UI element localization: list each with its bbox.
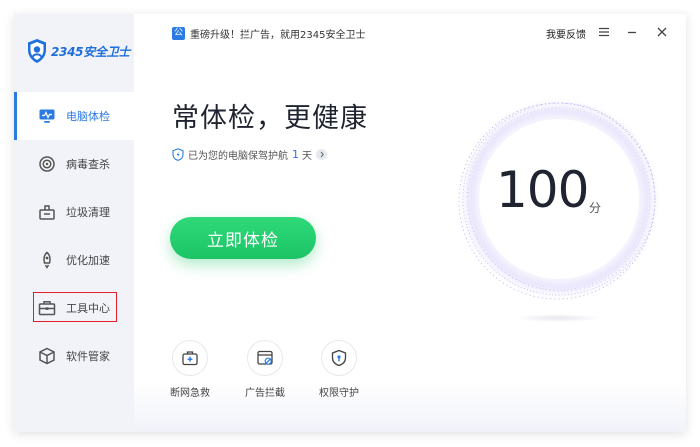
sidebar-item-junk-clean[interactable]: 垃圾清理 (14, 188, 134, 236)
sidebar-item-label: 软件管家 (66, 350, 110, 363)
tool-permission-guard[interactable]: 权限守护 (309, 340, 369, 410)
app-window: 2345安全卫士 电脑体检 病毒查杀 垃圾清理 优化加速 工具中心 软件管家 公… (14, 14, 686, 432)
monitor-icon (39, 109, 55, 123)
start-checkup-button[interactable]: 立即体检 (170, 217, 316, 259)
sidebar-item-virus-scan[interactable]: 病毒查杀 (14, 140, 134, 188)
sidebar-item-label: 垃圾清理 (66, 206, 110, 219)
tool-label: 广告拦截 (245, 388, 285, 399)
ad-block-icon (257, 350, 273, 365)
close-icon[interactable] (654, 24, 670, 40)
sidebar: 2345安全卫士 电脑体检 病毒查杀 垃圾清理 优化加速 工具中心 软件管家 (14, 14, 134, 432)
protection-days: 1 (292, 147, 299, 161)
minimize-icon[interactable] (624, 24, 640, 40)
tool-icon-circle (172, 340, 208, 376)
feedback-link[interactable]: 我要反馈 (546, 26, 586, 41)
notice-text: 重磅升级！拦广告，就用2345安全卫士 (190, 29, 366, 41)
tool-icon-circle (247, 340, 283, 376)
tool-label: 断网急救 (170, 388, 210, 399)
sidebar-item-label: 电脑体检 (66, 110, 110, 123)
tool-icon-circle (321, 340, 357, 376)
sidebar-item-tool-center[interactable]: 工具中心 (14, 284, 134, 332)
protection-days-unit: 天 (302, 150, 312, 162)
ring-shadow (514, 314, 602, 322)
protection-text: 已为您的电脑保驾护航 (188, 150, 288, 162)
sidebar-item-optimize[interactable]: 优化加速 (14, 236, 134, 284)
health-score-unit: 分 (589, 201, 602, 215)
cube-icon (39, 347, 55, 365)
sidebar-item-label: 病毒查杀 (66, 158, 110, 171)
health-score: 100 (496, 161, 589, 219)
protection-status[interactable]: 已为您的电脑保驾护航 1 天 (172, 147, 327, 162)
sidebar-item-software-manager[interactable]: 软件管家 (14, 332, 134, 380)
tool-label: 权限守护 (319, 388, 359, 399)
rocket-icon (43, 251, 51, 269)
notice-banner[interactable]: 公 重磅升级！拦广告，就用2345安全卫士 (172, 26, 366, 41)
page-title: 常体检，更健康 (172, 103, 368, 134)
notice-badge: 公 (172, 26, 185, 40)
sidebar-item-label: 工具中心 (66, 302, 110, 315)
shield-logo-icon (28, 39, 46, 63)
logo-text: 2345安全卫士 (51, 44, 130, 59)
chevron-right-icon[interactable] (316, 148, 327, 160)
sidebar-item-pc-checkup[interactable]: 电脑体检 (14, 92, 134, 140)
shield-key-icon (331, 349, 347, 367)
shield-bolt-icon (172, 147, 184, 161)
app-logo: 2345安全卫士 (26, 38, 130, 64)
first-aid-icon (182, 351, 198, 366)
tool-ad-block[interactable]: 广告拦截 (235, 340, 295, 410)
menu-icon[interactable] (596, 24, 612, 40)
tool-network-rescue[interactable]: 断网急救 (160, 340, 220, 410)
toolbox-icon (38, 301, 56, 316)
broom-box-icon (39, 205, 55, 220)
target-icon (39, 156, 55, 172)
sidebar-item-label: 优化加速 (66, 254, 110, 267)
